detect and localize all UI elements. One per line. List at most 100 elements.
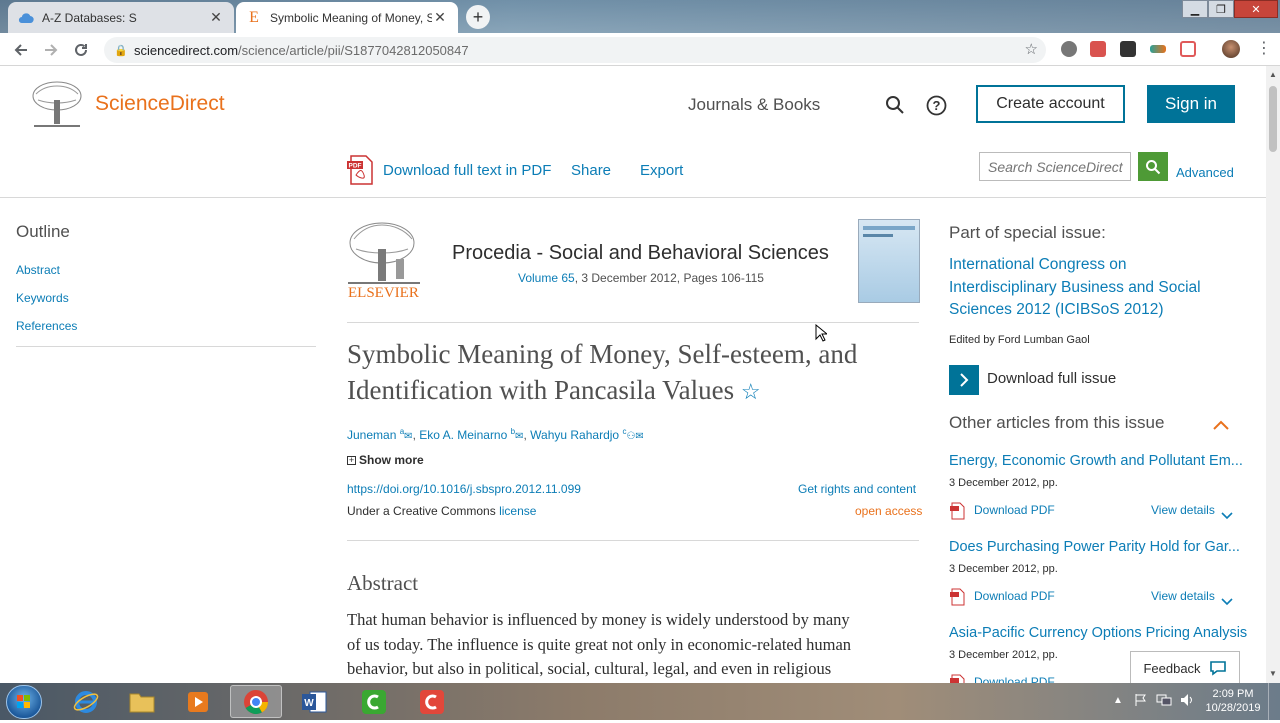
- email-icon[interactable]: ✉: [404, 431, 412, 442]
- reload-icon[interactable]: [70, 39, 92, 61]
- license-link[interactable]: license: [499, 504, 536, 518]
- create-account-button[interactable]: Create account: [976, 85, 1125, 123]
- camtasia-green-icon[interactable]: [348, 685, 400, 718]
- restore-button[interactable]: ❐: [1208, 0, 1234, 18]
- author-link[interactable]: Juneman: [347, 428, 396, 442]
- rights-link[interactable]: Get rights and content: [798, 482, 916, 496]
- cover-band: [863, 226, 915, 230]
- feedback-label: Feedback: [1143, 660, 1201, 676]
- feedback-button[interactable]: Feedback: [1130, 651, 1240, 683]
- tray-expand-icon[interactable]: ▲: [1113, 695, 1123, 706]
- outline-item-references[interactable]: References: [16, 319, 77, 333]
- share-link[interactable]: Share: [571, 162, 611, 179]
- camtasia-recorder-icon[interactable]: [406, 685, 458, 718]
- special-issue-link[interactable]: International Congress on Interdisciplin…: [949, 254, 1201, 322]
- related-article-view-details[interactable]: View details: [1151, 589, 1215, 603]
- advanced-search-link[interactable]: Advanced: [1176, 165, 1234, 180]
- avatar[interactable]: [1222, 40, 1240, 58]
- scroll-down-icon[interactable]: ▼: [1269, 669, 1277, 678]
- chrome-icon[interactable]: [230, 685, 282, 718]
- media-player-icon[interactable]: [172, 685, 224, 718]
- cloud-icon: [18, 10, 34, 26]
- show-desktop-button[interactable]: [1268, 683, 1280, 720]
- author-link[interactable]: Wahyu Rahardjo: [530, 428, 619, 442]
- forward-arrow-icon[interactable]: [40, 39, 62, 61]
- chevron-down-icon[interactable]: [1221, 507, 1233, 525]
- network-icon[interactable]: [1156, 693, 1172, 707]
- bookmark-star-icon[interactable]: ☆: [1025, 40, 1038, 58]
- sign-in-button[interactable]: Sign in: [1147, 85, 1235, 123]
- outline-item-keywords[interactable]: Keywords: [16, 291, 69, 305]
- related-article-title[interactable]: Does Purchasing Power Parity Hold for Ga…: [949, 539, 1240, 555]
- extension-layers-icon[interactable]: [1120, 41, 1136, 57]
- journal-cover-thumbnail[interactable]: [858, 219, 920, 303]
- system-clock[interactable]: 2:09 PM 10/28/2019: [1200, 687, 1266, 715]
- doi-link[interactable]: https://doi.org/10.1016/j.sbspro.2012.11…: [347, 482, 581, 496]
- outline-item-abstract[interactable]: Abstract: [16, 263, 60, 277]
- extension-circle-icon[interactable]: [1061, 41, 1077, 57]
- author-link[interactable]: Eko A. Meinarno: [419, 428, 507, 442]
- internet-explorer-icon[interactable]: [60, 685, 112, 718]
- volume-link[interactable]: Volume 65: [518, 271, 575, 285]
- pdf-icon[interactable]: [949, 502, 965, 525]
- sciencedirect-brand[interactable]: ScienceDirect: [95, 92, 225, 116]
- show-more-toggle[interactable]: + Show more: [347, 453, 424, 467]
- back-arrow-icon[interactable]: [10, 39, 32, 61]
- volume-details: , 3 December 2012, Pages 106-115: [574, 271, 764, 285]
- chevron-up-icon[interactable]: [1213, 417, 1229, 435]
- address-bar[interactable]: 🔒 sciencedirect.com/science/article/pii/…: [104, 37, 1046, 63]
- elsevier-publisher-logo[interactable]: ELSEVIER: [346, 219, 422, 303]
- tab-close-icon[interactable]: ✕: [432, 9, 448, 26]
- journals-books-link[interactable]: Journals & Books: [688, 95, 820, 115]
- pdf-icon[interactable]: [949, 588, 965, 611]
- minimize-button[interactable]: ▁: [1182, 0, 1208, 18]
- related-article-download-pdf[interactable]: Download PDF: [974, 589, 1055, 603]
- kebab-menu-icon[interactable]: ⋮: [1256, 41, 1272, 57]
- extension-camera-icon[interactable]: [1180, 41, 1196, 57]
- pdf-icon[interactable]: PDF: [346, 155, 376, 190]
- mouse-cursor-icon: [815, 323, 829, 347]
- extension-wave-icon[interactable]: [1150, 45, 1166, 53]
- related-article-date: 3 December 2012, pp.: [949, 477, 1058, 489]
- tab-close-icon[interactable]: ✕: [208, 9, 224, 26]
- scroll-up-icon[interactable]: ▲: [1269, 70, 1277, 79]
- start-button[interactable]: [6, 685, 42, 719]
- export-link[interactable]: Export: [640, 162, 683, 179]
- close-window-button[interactable]: ✕: [1234, 0, 1278, 18]
- tab-article[interactable]: E Symbolic Meaning of Money, Self ✕: [236, 2, 458, 33]
- new-tab-button[interactable]: +: [466, 5, 490, 29]
- search-icon[interactable]: [885, 95, 905, 120]
- action-center-flag-icon[interactable]: [1134, 693, 1148, 707]
- tab-az-databases[interactable]: A-Z Databases: S ✕: [8, 2, 234, 33]
- download-issue-label[interactable]: Download full issue: [987, 370, 1116, 387]
- word-icon[interactable]: W: [288, 685, 340, 718]
- chevron-down-icon[interactable]: [1221, 593, 1233, 611]
- scrollbar-thumb[interactable]: [1269, 86, 1277, 152]
- star-icon[interactable]: ☆: [741, 379, 761, 404]
- help-icon[interactable]: ?: [926, 95, 947, 121]
- email-icon[interactable]: ✉: [515, 431, 523, 442]
- related-article-view-details[interactable]: View details: [1151, 503, 1215, 517]
- tab-title: A-Z Databases: S: [42, 10, 137, 25]
- extension-pdf-icon[interactable]: [1090, 41, 1106, 57]
- email-icon[interactable]: ✉: [635, 431, 643, 442]
- journal-title[interactable]: Procedia - Social and Behavioral Science…: [452, 242, 829, 265]
- pdf-icon[interactable]: [949, 674, 965, 683]
- page-scrollbar[interactable]: ▲ ▼: [1266, 66, 1280, 683]
- related-article-download-pdf[interactable]: Download PDF: [974, 675, 1055, 683]
- search-submit-button[interactable]: [1138, 152, 1168, 181]
- volume-icon[interactable]: [1180, 693, 1196, 707]
- clock-time: 2:09 PM: [1212, 688, 1254, 700]
- related-article-download-pdf[interactable]: Download PDF: [974, 503, 1055, 517]
- article-title-text: Identification with Pancasila Values: [347, 375, 735, 405]
- search-input[interactable]: [979, 152, 1131, 181]
- download-issue-button[interactable]: [949, 365, 979, 395]
- file-explorer-icon[interactable]: [116, 685, 168, 718]
- abstract-line: of us today. The influence is quite grea…: [347, 634, 852, 654]
- download-pdf-link[interactable]: Download full text in PDF: [383, 162, 551, 179]
- related-article-title[interactable]: Energy, Economic Growth and Pollutant Em…: [949, 453, 1243, 469]
- elsevier-tree-logo-icon[interactable]: [30, 80, 84, 128]
- meta-divider: [347, 540, 919, 541]
- related-article-title[interactable]: Asia-Pacific Currency Options Pricing An…: [949, 625, 1247, 641]
- abstract-line: behavior, but also in political, social,…: [347, 659, 832, 678]
